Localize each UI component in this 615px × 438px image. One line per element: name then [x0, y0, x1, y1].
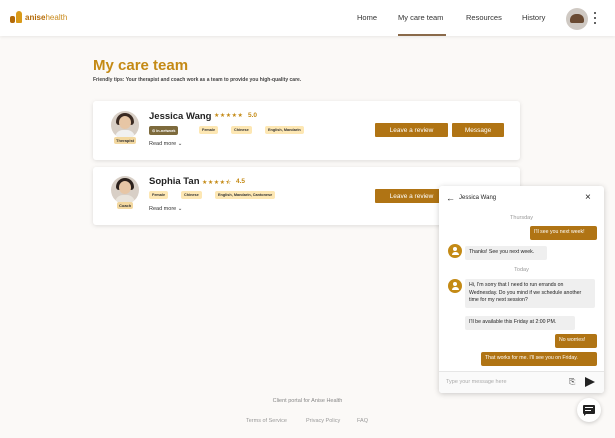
- footer-link-terms[interactable]: Terms of Service: [246, 418, 287, 424]
- chip-ethnicity: Chinese: [231, 126, 252, 134]
- chip-in-network: ⊙ In-network: [149, 126, 179, 135]
- kebab-icon[interactable]: [593, 12, 597, 24]
- chat-icon: [583, 405, 595, 416]
- rating-value: 4.5: [236, 178, 246, 185]
- page-title: My care team: [93, 57, 189, 74]
- nav-history[interactable]: History: [522, 13, 545, 22]
- footer-link-privacy[interactable]: Privacy Policy: [306, 418, 340, 424]
- message-bubble-received: Hi, I'm sorry that I need to run errands…: [465, 279, 595, 308]
- chip-languages: English, Mandarin, Cantonese: [215, 191, 276, 199]
- chat-header: ← Jessica Wang ×: [439, 186, 604, 211]
- brand-logo[interactable]: anisehealth: [10, 11, 67, 23]
- read-more-label: Read more: [149, 141, 177, 147]
- rating-value: 5.0: [248, 112, 258, 119]
- arrow-left-icon[interactable]: ←: [446, 193, 455, 203]
- star-rating: ★★★★★: [214, 113, 244, 119]
- logo-icon: [10, 11, 22, 23]
- message-bubble-received: I'll be available this Friday at 2:00 PM…: [465, 316, 575, 330]
- chip-languages: English, Mandarin: [265, 126, 304, 134]
- day-separator: Thursday: [510, 215, 533, 221]
- message-button[interactable]: Message: [452, 123, 504, 137]
- coach-photo: [111, 176, 139, 204]
- send-icon[interactable]: [585, 377, 595, 387]
- read-more-link[interactable]: Read more ⌄: [149, 141, 182, 147]
- leave-review-button[interactable]: Leave a review: [375, 123, 448, 137]
- footer-portal-text: Client portal for Anise Health: [272, 398, 343, 404]
- top-navbar: anisehealth Home My care team Resources …: [0, 0, 615, 36]
- user-icon: [448, 244, 462, 258]
- care-team-card-therapist: Therapist Jessica Wang ★★★★★ 5.0 ⊙ In-ne…: [93, 101, 520, 160]
- user-icon: [448, 279, 462, 293]
- chevron-down-icon: ⌄: [177, 141, 183, 147]
- chat-fab-button[interactable]: [577, 398, 601, 422]
- read-more-link[interactable]: Read more ⌄: [149, 206, 182, 212]
- footer-link-faq[interactable]: FAQ: [357, 418, 368, 424]
- nav-my-care-team[interactable]: My care team: [398, 13, 443, 22]
- message-input-placeholder: Type your message here: [446, 379, 507, 385]
- chat-panel: ← Jessica Wang × Thursday I'll see you n…: [439, 186, 604, 393]
- star-rating: ★★★★⯪: [202, 180, 232, 186]
- leave-review-button[interactable]: Leave a review: [375, 189, 448, 203]
- role-tag: Therapist: [114, 137, 137, 144]
- user-avatar[interactable]: [566, 8, 588, 30]
- close-icon[interactable]: ×: [585, 192, 591, 203]
- message-bubble-sent: That works for me. I'll see you on Frida…: [481, 352, 597, 366]
- paperclip-icon[interactable]: ⎘: [569, 377, 575, 387]
- message-bubble-sent: No worries!: [555, 334, 597, 348]
- message-bubble-received: Thanks! See you next week.: [465, 246, 547, 260]
- read-more-label: Read more: [149, 206, 177, 212]
- chip-gender: Female: [199, 126, 219, 134]
- chip-label: In-network: [156, 129, 176, 133]
- message-input[interactable]: Type your message here ⎘: [439, 371, 604, 393]
- chip-gender: Female: [149, 191, 169, 199]
- chip-ethnicity: Chinese: [181, 191, 202, 199]
- provider-name: Jessica Wang: [149, 111, 212, 122]
- logo-text: anisehealth: [25, 13, 67, 22]
- nav-home[interactable]: Home: [357, 13, 377, 22]
- message-bubble-sent: I'll see you next week!: [530, 226, 597, 240]
- active-nav-indicator: [398, 34, 446, 36]
- day-separator: Today: [514, 267, 529, 273]
- chat-contact-name: Jessica Wang: [459, 195, 497, 201]
- role-tag: Coach: [117, 202, 134, 209]
- friendly-tips: Friendly tips: Your therapist and coach …: [93, 77, 302, 83]
- nav-resources[interactable]: Resources: [466, 13, 502, 22]
- provider-name: Sophia Tan: [149, 176, 200, 187]
- logo-text-light: health: [45, 12, 68, 22]
- therapist-photo: [111, 111, 139, 139]
- chevron-down-icon: ⌄: [177, 206, 183, 212]
- logo-text-bold: anise: [25, 12, 46, 22]
